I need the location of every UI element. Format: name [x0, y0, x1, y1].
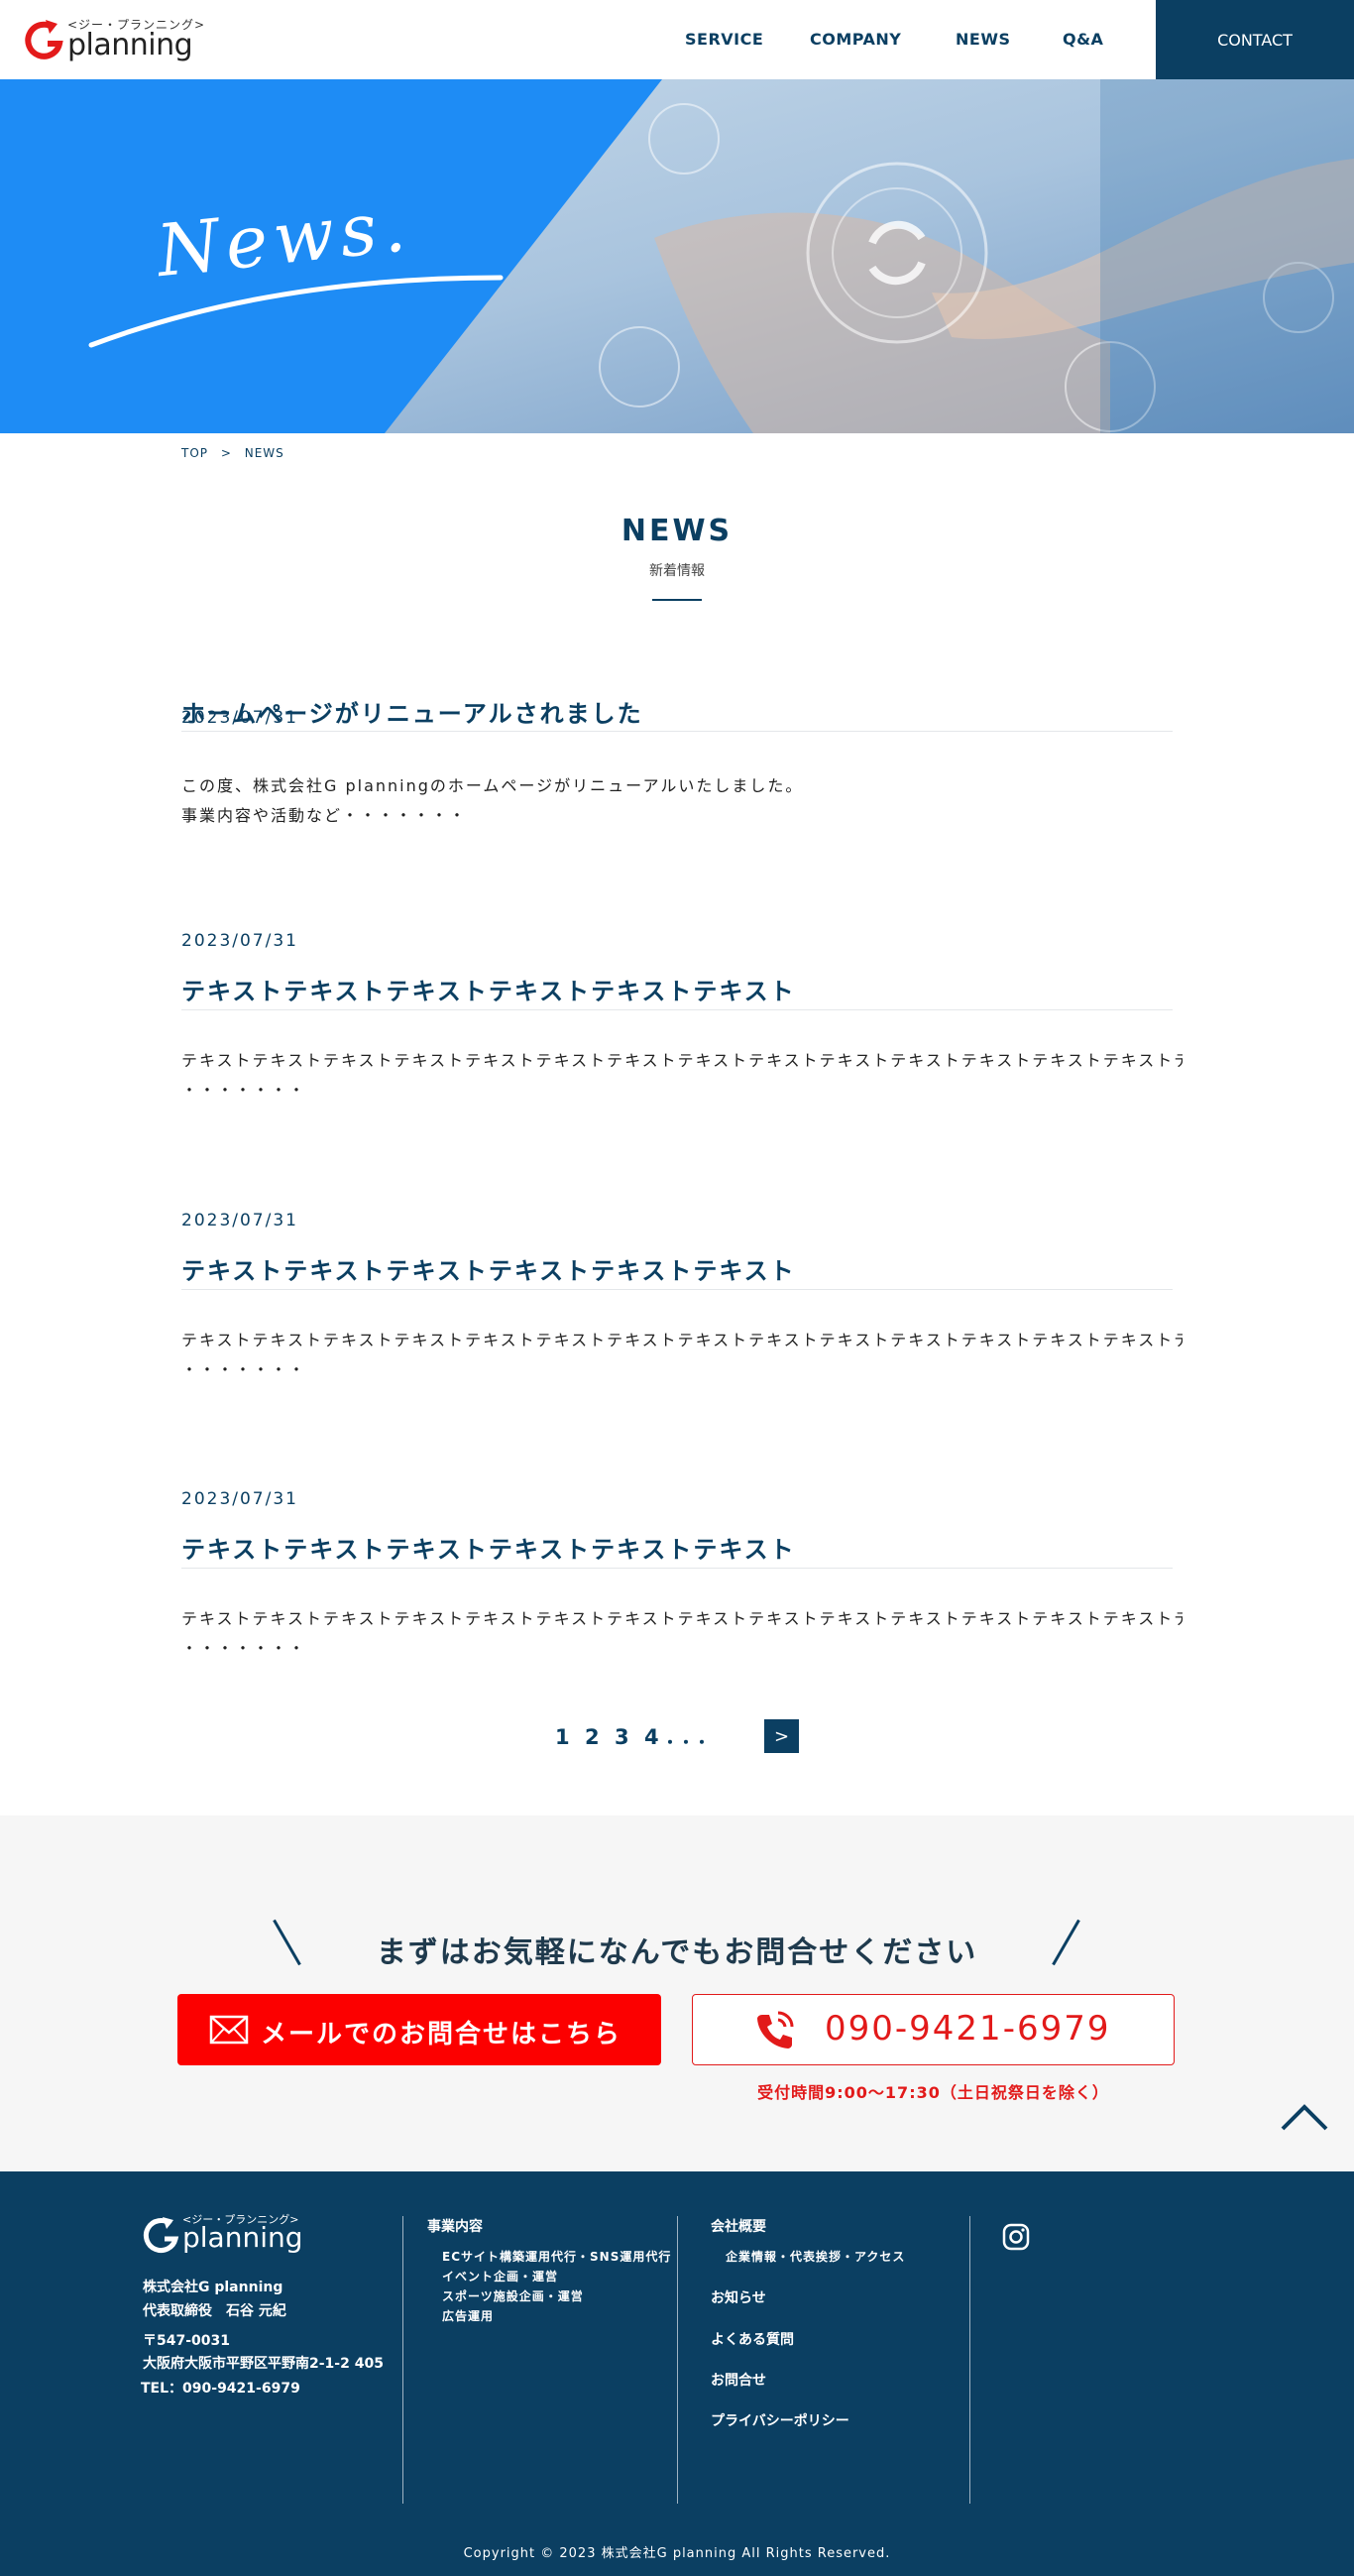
logo-arrow-icon	[143, 2217, 179, 2253]
nav-news[interactable]: NEWS	[956, 30, 1011, 49]
phone-icon	[757, 2011, 794, 2049]
mail-contact-button[interactable]: メールでのお問合せはこちら	[177, 1994, 661, 2065]
breadcrumb-top[interactable]: TOP	[181, 446, 208, 460]
footer-logo-word: planning	[182, 2221, 303, 2254]
site-footer: <ジー・プランニング> planning 株式会社G planning 代表取締…	[0, 2171, 1354, 2576]
instagram-icon[interactable]	[1002, 2223, 1030, 2251]
chevron-up-icon[interactable]	[1279, 2099, 1330, 2135]
site-header: <ジー・プランニング> planning SERVICE COMPANY NEW…	[0, 0, 1354, 79]
contact-section: まずはお気軽になんでもお問合せください メールでのお問合せはこちら 090-94…	[0, 1815, 1354, 2171]
header-contact-button[interactable]: CONTACT	[1156, 0, 1354, 79]
footer-link-privacy[interactable]: プライバシーポリシー	[711, 2410, 849, 2430]
footer-logo[interactable]: <ジー・プランニング> planning	[143, 2211, 303, 2261]
news-excerpt-line: この度、株式会社G planningのホームページがリニューアルいたしました。	[181, 776, 804, 795]
footer-address: 大阪府大阪市平野区平野南2-1-2 405	[143, 2356, 384, 2372]
site-logo[interactable]: <ジー・プランニング> planning	[24, 14, 204, 65]
footer-link-faq[interactable]: よくある質問	[711, 2329, 794, 2349]
contact-heading: まずはお気軽になんでもお問合せください	[376, 1935, 978, 1970]
news-excerpt-line: ・・・・・・・	[181, 1360, 307, 1379]
mail-contact-label: メールでのお問合せはこちら	[261, 2020, 622, 2049]
news-excerpt: この度、株式会社G planningのホームページがリニューアルいたしました。 …	[181, 771, 1183, 831]
footer-business-heading[interactable]: 事業内容	[427, 2216, 483, 2236]
page-link-4[interactable]: 4	[644, 1725, 659, 1749]
breadcrumb: TOP > NEWS	[181, 446, 292, 460]
logo-word: planning	[67, 28, 193, 62]
footer-link-news[interactable]: お知らせ	[711, 2287, 766, 2307]
news-item[interactable]: 2023/07/31 ホームページがリニューアルされました この度、株式会社G …	[181, 684, 1173, 882]
news-excerpt-line: テキストテキストテキストテキストテキストテキストテキストテキストテキストテキスト…	[181, 1609, 1183, 1628]
footer-company-sub[interactable]: 企業情報・代表挨拶・アクセス	[726, 2248, 905, 2265]
copyright: Copyright © 2023 株式会社G planning All Righ…	[463, 2546, 891, 2561]
nav-qa[interactable]: Q&A	[1063, 30, 1103, 49]
footer-business-item[interactable]: ECサイト構築運用代行・SNS運用代行	[442, 2248, 671, 2265]
news-excerpt-line: ・・・・・・・	[181, 1081, 307, 1100]
news-title[interactable]: テキストテキストテキストテキストテキストテキスト	[181, 972, 796, 1006]
nav-service[interactable]: SERVICE	[685, 30, 763, 49]
news-date: 2023/07/31	[181, 1211, 298, 1230]
footer-business-item[interactable]: スポーツ施設企画・運営	[442, 2287, 584, 2304]
footer-business-item[interactable]: 広告運用	[442, 2307, 494, 2324]
page-link-3[interactable]: 3	[615, 1725, 629, 1749]
page-link-1[interactable]: 1	[555, 1725, 570, 1749]
tel-number: 090-9421-6979	[825, 2009, 1111, 2049]
footer-divider	[969, 2216, 970, 2504]
news-item[interactable]: 2023/07/31 テキストテキストテキストテキストテキストテキスト テキスト…	[181, 1485, 1183, 1684]
business-hours: 受付時間9:00〜17:30（土日祝祭日を除く）	[757, 2083, 1109, 2102]
news-excerpt: テキストテキストテキストテキストテキストテキストテキストテキストテキストテキスト…	[181, 1604, 1183, 1664]
footer-representative: 代表取締役 石谷 元紀	[143, 2303, 286, 2319]
footer-zip: 〒547-0031	[143, 2333, 230, 2349]
footer-business-item[interactable]: イベント企画・運営	[442, 2268, 558, 2284]
news-excerpt-line: ・・・・・・・	[181, 1639, 307, 1658]
next-page-button[interactable]: >	[764, 1719, 799, 1753]
news-excerpt: テキストテキストテキストテキストテキストテキストテキストテキストテキストテキスト…	[181, 1326, 1183, 1385]
logo-arrow-icon	[25, 20, 63, 59]
footer-divider	[677, 2216, 678, 2504]
footer-company: 株式会社G planning	[143, 2280, 283, 2295]
title-underline	[652, 599, 702, 601]
page-ellipsis: ・・・	[662, 1733, 711, 1752]
news-date: 2023/07/31	[181, 931, 298, 951]
news-divider	[181, 1289, 1173, 1290]
news-title[interactable]: テキストテキストテキストテキストテキストテキスト	[181, 1251, 796, 1286]
news-divider	[181, 1568, 1173, 1569]
tel-contact-button[interactable]: 090-9421-6979	[692, 1994, 1175, 2065]
news-excerpt-line: 事業内容や活動など・・・・・・・	[181, 806, 468, 825]
footer-link-contact[interactable]: お問合せ	[711, 2370, 766, 2390]
page-title: NEWS	[621, 514, 733, 548]
footer-company-heading[interactable]: 会社概要	[711, 2216, 766, 2236]
breadcrumb-current: NEWS	[244, 446, 284, 460]
news-divider	[181, 731, 1173, 732]
breadcrumb-sep: >	[220, 446, 232, 460]
news-divider	[181, 1009, 1173, 1010]
footer-tel: TEL：090-9421-6979	[141, 2381, 300, 2397]
hero-banner: News.	[0, 79, 1354, 433]
mail-icon	[209, 2015, 249, 2045]
news-excerpt: テキストテキストテキストテキストテキストテキストテキストテキストテキストテキスト…	[181, 1046, 1183, 1106]
footer-divider	[402, 2216, 403, 2504]
nav-company[interactable]: COMPANY	[810, 30, 901, 49]
news-excerpt-line: テキストテキストテキストテキストテキストテキストテキストテキストテキストテキスト…	[181, 1331, 1183, 1349]
news-item[interactable]: 2023/07/31 テキストテキストテキストテキストテキストテキスト テキスト…	[181, 927, 1183, 1125]
news-title[interactable]: ホームページがリニューアルされました	[181, 694, 643, 729]
page-link-2[interactable]: 2	[585, 1725, 600, 1749]
news-date: 2023/07/31	[181, 1489, 298, 1509]
page-subtitle: 新着情報	[649, 563, 705, 579]
news-title[interactable]: テキストテキストテキストテキストテキストテキスト	[181, 1530, 796, 1565]
news-item[interactable]: 2023/07/31 テキストテキストテキストテキストテキストテキスト テキスト…	[181, 1207, 1183, 1405]
news-excerpt-line: テキストテキストテキストテキストテキストテキストテキストテキストテキストテキスト…	[181, 1051, 1183, 1070]
